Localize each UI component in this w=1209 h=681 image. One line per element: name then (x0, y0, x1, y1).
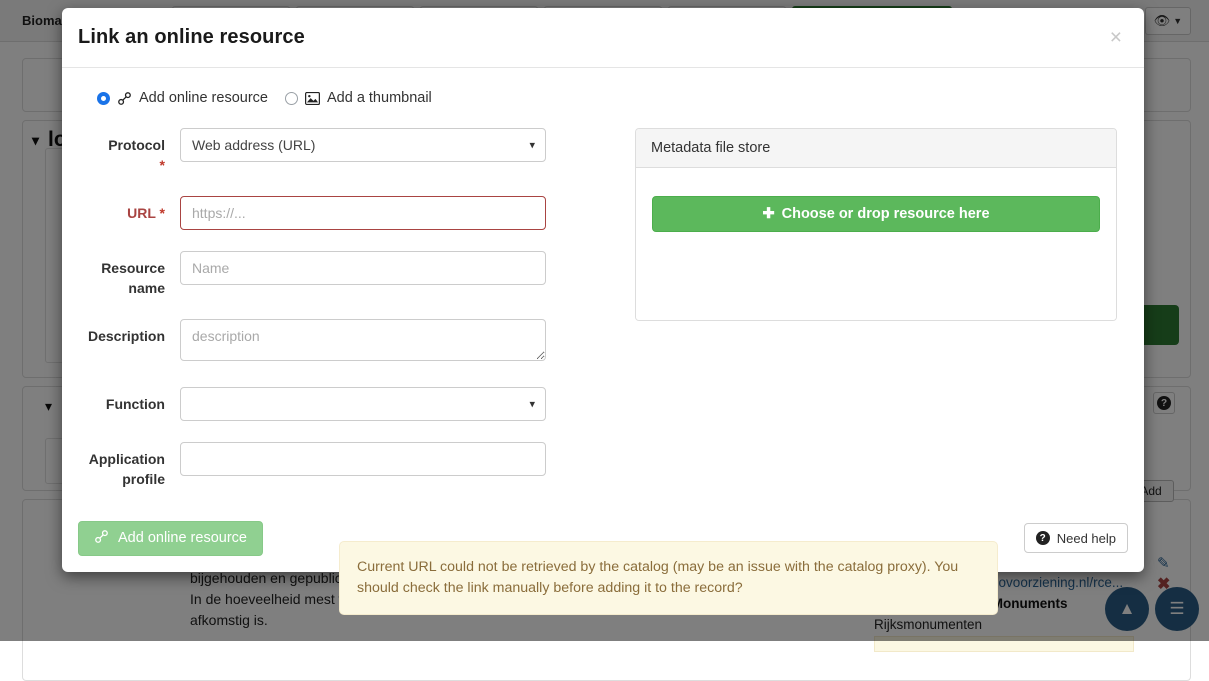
form-row-url: URL * (78, 196, 618, 230)
radio-indicator[interactable] (97, 92, 110, 105)
metadata-file-store-header: Metadata file store (636, 129, 1116, 168)
add-online-resource-label: Add online resource (118, 530, 247, 546)
link-icon (94, 529, 109, 548)
url-label: URL * (78, 196, 180, 223)
add-online-resource-button[interactable]: Add online resource (78, 521, 263, 556)
metadata-file-store-body: ✚ Choose or drop resource here (636, 168, 1116, 320)
choose-or-drop-resource-button[interactable]: ✚ Choose or drop resource here (652, 196, 1100, 232)
function-select[interactable] (180, 387, 546, 421)
form-row-function: Function ▾ (78, 387, 618, 421)
radio-label-add-online-resource: Add online resource (139, 90, 268, 106)
modal-columns: Protocol * Web address (URL) ▾ URL * (78, 128, 1128, 510)
link-icon (117, 91, 132, 106)
description-input-wrap (180, 319, 546, 366)
radio-indicator[interactable] (285, 92, 298, 105)
need-help-label: Need help (1057, 531, 1116, 546)
application-profile-input-wrap (180, 442, 546, 476)
resource-name-input-wrap (180, 251, 546, 285)
modal-title: Link an online resource (78, 26, 305, 49)
url-input-wrap (180, 196, 546, 230)
protocol-select-wrap: Web address (URL) ▾ (180, 128, 546, 162)
form-row-description: Description (78, 319, 618, 366)
radio-option-add-thumbnail[interactable]: Add a thumbnail (285, 90, 432, 106)
protocol-select[interactable]: Web address (URL) (180, 128, 546, 162)
close-icon[interactable]: × (1104, 25, 1128, 50)
metadata-file-store-column: Metadata file store ✚ Choose or drop res… (618, 128, 1128, 510)
link-online-resource-modal: Link an online resource × Add online res… (62, 8, 1144, 572)
question-mark-icon: ? (1036, 531, 1050, 545)
application-profile-input[interactable] (180, 442, 546, 476)
resource-name-label: Resource name (78, 251, 180, 298)
form-row-application-profile: Application profile (78, 442, 618, 489)
resource-form: Protocol * Web address (URL) ▾ URL * (78, 128, 618, 510)
resource-mode-radio-group: Add online resource Add a thumbnail (97, 90, 1128, 106)
url-label-text: URL (127, 205, 156, 221)
application-profile-label: Application profile (78, 442, 180, 489)
required-marker: * (160, 157, 165, 173)
image-icon (305, 92, 320, 105)
choose-or-drop-resource-label: Choose or drop resource here (782, 206, 990, 222)
function-select-wrap: ▾ (180, 387, 546, 421)
form-row-protocol: Protocol * Web address (URL) ▾ (78, 128, 618, 175)
plus-icon: ✚ (762, 206, 774, 222)
modal-body: Add online resource Add a thumbnail (62, 68, 1144, 572)
modal-footer: Add online resource ? Need help (62, 504, 1144, 572)
need-help-button[interactable]: ? Need help (1024, 523, 1128, 553)
resource-name-input[interactable] (180, 251, 546, 285)
description-textarea[interactable] (180, 319, 546, 361)
metadata-file-store-panel: Metadata file store ✚ Choose or drop res… (635, 128, 1117, 321)
form-row-resource-name: Resource name (78, 251, 618, 298)
description-label: Description (78, 319, 180, 346)
function-label: Function (78, 387, 180, 414)
radio-label-add-thumbnail: Add a thumbnail (327, 90, 432, 106)
protocol-label: Protocol * (78, 128, 180, 175)
required-marker: * (160, 205, 165, 221)
radio-option-add-online-resource[interactable]: Add online resource (97, 90, 268, 106)
url-input[interactable] (180, 196, 546, 230)
protocol-label-text: Protocol (108, 137, 165, 153)
modal-header: Link an online resource × (62, 8, 1144, 68)
